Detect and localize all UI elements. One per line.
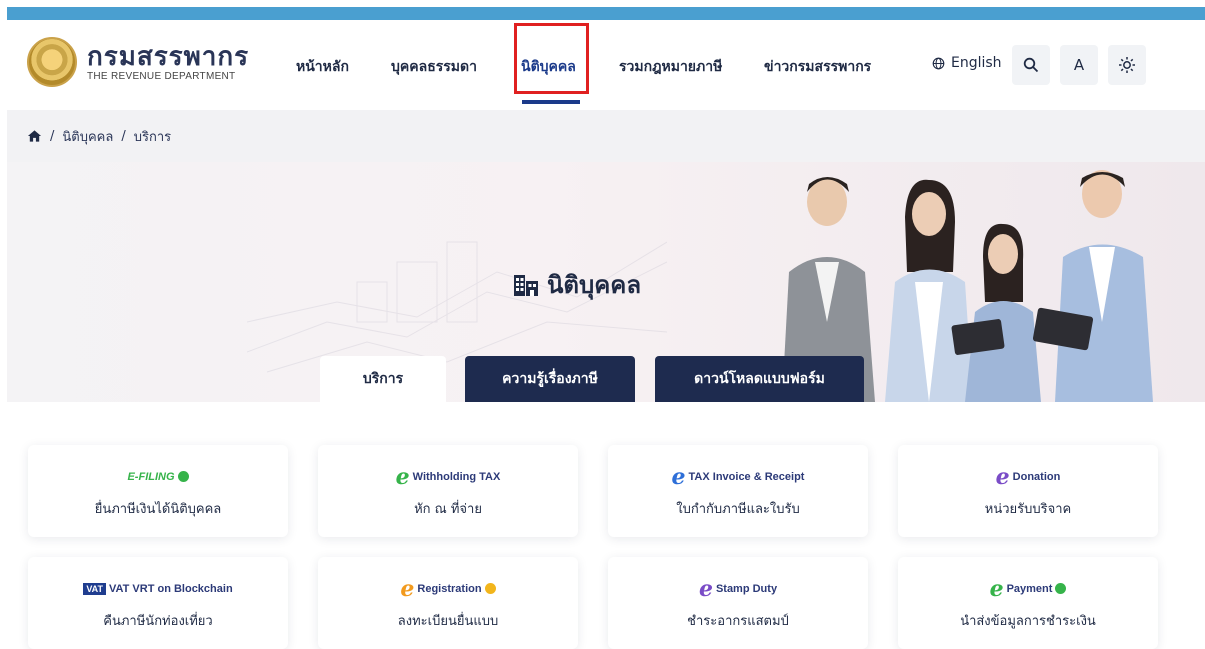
efiling-dot-icon <box>177 471 189 482</box>
nav-tax-law[interactable]: รวมกฎหมายภาษี <box>619 56 722 78</box>
breadcrumb-item-service: บริการ <box>133 129 172 145</box>
nav-news[interactable]: ข่าวกรมสรรพากร <box>764 56 871 78</box>
service-card-efiling[interactable]: E-FILING ยื่นภาษีเงินได้นิติบุคคล <box>28 445 288 537</box>
site-logo[interactable]: กรมสรรพากร THE REVENUE DEPARTMENT <box>27 37 249 87</box>
language-switch[interactable]: English <box>932 55 1002 71</box>
payment-logo: e Payment <box>990 576 1067 602</box>
language-label: English <box>951 55 1002 71</box>
service-label: ยื่นภาษีเงินได้นิติบุคคล <box>94 501 222 517</box>
home-icon[interactable] <box>27 129 42 143</box>
tab-tax-knowledge[interactable]: ความรู้เรื่องภาษี <box>465 356 635 402</box>
service-card-tax-invoice[interactable]: e TAX Invoice & Receipt ใบกำกับภาษีและใบร… <box>608 445 868 537</box>
theme-toggle-button[interactable] <box>1108 45 1146 85</box>
service-card-donation[interactable]: e Donation หน่วยรับบริจาค <box>898 445 1158 537</box>
vrt-logo: VAT VAT VRT on Blockchain <box>83 576 233 602</box>
globe-icon <box>932 57 945 69</box>
payment-dot-icon <box>1055 583 1067 594</box>
service-label: นำส่งข้อมูลการชำระเงิน <box>960 613 1096 629</box>
breadcrumb-item-juristic[interactable]: นิติบุคคล <box>62 126 113 147</box>
tab-download-forms[interactable]: ดาวน์โหลดแบบฟอร์ม <box>655 356 864 402</box>
active-nav-highlight <box>514 23 589 94</box>
page-title-text: นิติบุคคล <box>547 271 642 299</box>
page-title: นิติบุคคล <box>513 265 641 304</box>
logo-title-th: กรมสรรพากร <box>87 40 250 71</box>
e-letter-icon: e <box>989 575 1004 602</box>
font-size-label: A <box>1073 56 1085 74</box>
nav-individual[interactable]: บุคคลธรรมดา <box>391 56 477 78</box>
registration-logo: e Registration <box>400 575 496 602</box>
service-label: หัก ณ ที่จ่าย <box>414 501 482 517</box>
category-tabs: บริการ ความรู้เรื่องภาษี ดาวน์โหลดแบบฟอร… <box>0 356 1205 402</box>
e-letter-icon: e <box>395 463 410 490</box>
e-letter-icon: e <box>995 463 1010 490</box>
service-label: ลงทะเบียนยื่นแบบ <box>397 613 499 629</box>
service-card-withholding[interactable]: e Withholding TAX หัก ณ ที่จ่าย <box>318 445 578 537</box>
tax-invoice-logo: e TAX Invoice & Receipt <box>671 463 805 490</box>
service-card-registration[interactable]: e Registration ลงทะเบียนยื่นแบบ <box>318 557 578 649</box>
search-button[interactable] <box>1012 45 1050 85</box>
service-label: หน่วยรับบริจาค <box>984 501 1072 517</box>
service-label: คืนภาษีนักท่องเที่ยว <box>103 613 213 629</box>
breadcrumb-separator: / <box>50 128 55 144</box>
service-card-vrt[interactable]: VAT VAT VRT on Blockchain คืนภาษีนักท่องเ… <box>28 557 288 649</box>
e-letter-icon: e <box>400 575 415 602</box>
service-label: ชำระอากรแสตมป์ <box>687 613 789 629</box>
revenue-seal-icon <box>27 37 77 87</box>
logo-title-en: THE REVENUE DEPARTMENT <box>87 70 236 82</box>
registration-dot-icon <box>484 583 496 594</box>
vat-badge-icon: VAT <box>83 582 106 595</box>
service-label: ใบกำกับภาษีและใบรับ <box>676 501 800 517</box>
top-stripe <box>7 7 1205 20</box>
e-letter-icon: e <box>671 463 686 490</box>
withholding-logo: e Withholding TAX <box>395 463 501 490</box>
breadcrumb: / นิติบุคคล / บริการ <box>7 110 1205 162</box>
stamp-duty-logo: e Stamp Duty <box>698 575 778 602</box>
tab-services[interactable]: บริการ <box>320 356 446 402</box>
e-letter-icon: e <box>698 575 713 602</box>
service-card-payment[interactable]: e Payment นำส่งข้อมูลการชำระเงิน <box>898 557 1158 649</box>
nav-home[interactable]: หน้าหลัก <box>296 56 349 78</box>
search-icon <box>1023 57 1039 73</box>
building-icon <box>514 274 538 296</box>
efiling-logo: E-FILING <box>127 464 189 490</box>
site-header: กรมสรรพากร THE REVENUE DEPARTMENT หน้าหล… <box>7 20 1205 110</box>
active-nav-underline <box>522 100 580 104</box>
sun-icon <box>1119 57 1135 73</box>
font-size-button[interactable]: A <box>1060 45 1098 85</box>
breadcrumb-separator: / <box>121 128 126 144</box>
service-card-stamp-duty[interactable]: e Stamp Duty ชำระอากรแสตมป์ <box>608 557 868 649</box>
donation-logo: e Donation <box>995 463 1061 490</box>
